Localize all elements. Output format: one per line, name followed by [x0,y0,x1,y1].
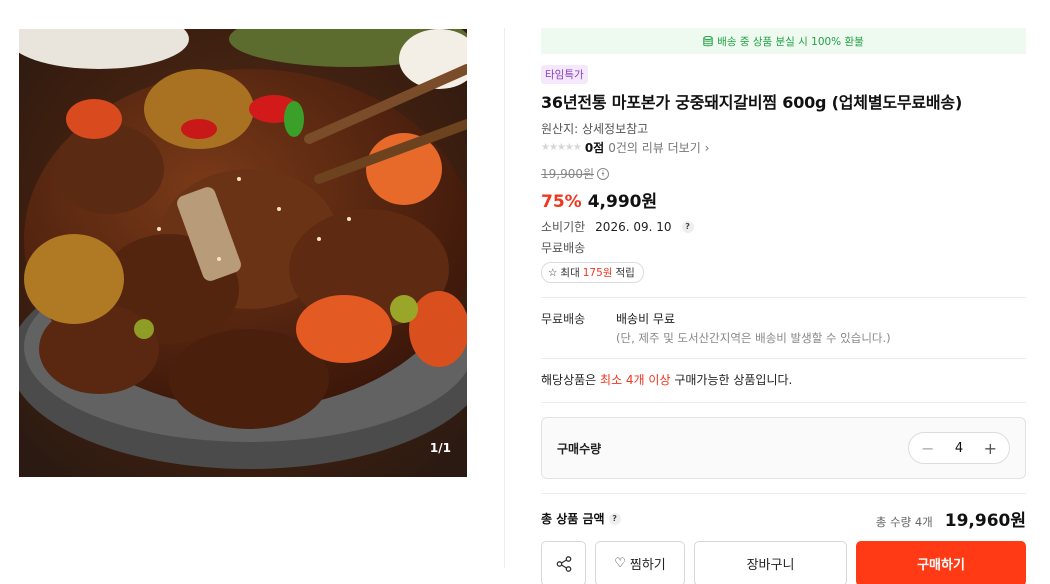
chevron-right-icon: › [704,141,710,155]
rating-row: ★★★★★ 0점 0건의 리뷰 더보기 › [541,139,1026,156]
min-order-highlight: 최소 4개 이상 [600,373,671,387]
min-order-prefix: 해당상품은 [541,373,597,387]
divider [541,402,1026,403]
share-button[interactable] [541,541,586,584]
cart-label: 장바구니 [746,558,795,573]
shipping-note: (단, 제주 및 도서산간지역은 배송비 발생할 수 있습니다.) [616,331,891,345]
price-row: 75% 4,990원 [541,187,1026,212]
coin-stack-icon [703,35,713,46]
total-quantity: 총 수량 4개 [875,515,933,529]
help-icon[interactable]: ? [681,220,694,233]
buy-label: 구매하기 [917,558,965,573]
shipping-label: 무료배송 [541,312,586,326]
free-shipping-label: 무료배송 [541,241,586,255]
discount-rate: 75% [541,192,582,212]
shipping-fee: 배송비 무료 [616,312,676,326]
wishlist-button[interactable]: ♡ 찜하기 [595,541,685,584]
review-link[interactable]: 0건의 리뷰 더보기 › [608,139,709,156]
total-label: 총 상품 금액 ? [541,510,621,527]
help-icon[interactable]: ? [608,512,621,525]
total-label-text: 총 상품 금액 [541,512,605,526]
point-amount: 175원 [582,267,613,279]
braised-ribs-photo [19,29,467,477]
quantity-box: 구매수량 − 4 + [541,417,1026,479]
heart-icon: ♡ [614,556,626,571]
expiry-row: 소비기한 2026. 09. 10 ? [541,218,1026,235]
expiry-date: 2026. 09. 10 [595,219,672,234]
share-icon [556,555,571,572]
total-row: 총 상품 금액 ? 총 수량 4개 19,960원 [541,494,1026,531]
total-summary: 총 수량 4개 19,960원 [876,506,1026,531]
original-price-row: 19,900원 i [541,165,1026,182]
rating-score: 0점 [584,141,605,155]
original-price: 19,900원 [541,167,595,181]
product-image[interactable]: 1/1 [19,29,467,477]
decrease-button[interactable]: − [921,439,934,458]
point-prefix: 최대 [560,267,580,279]
min-order-notice: 해당상품은 최소 4개 이상 구매가능한 상품입니다. [541,359,1026,402]
quantity-stepper: − 4 + [908,432,1010,464]
image-counter: 1/1 [429,441,451,455]
origin-info: 원산지: 상세정보참고 [541,122,649,136]
expiry-label: 소비기한 [541,220,586,234]
point-suffix: 적립 [615,267,635,279]
shipping-info: 무료배송 배송비 무료 (단, 제주 및 도서산간지역은 배송비 발생할 수 있… [541,298,1026,358]
refund-banner: 배송 중 상품 분실 시 100% 환불 [541,28,1026,54]
cart-button[interactable]: 장바구니 [694,541,847,584]
product-info-panel: 배송 중 상품 분실 시 100% 환불 타임특가 36년전통 마포본가 궁중돼… [541,28,1026,584]
refund-banner-text: 배송 중 상품 분실 시 100% 환불 [717,35,864,48]
point-icon: ☆ [548,266,558,279]
product-title: 36년전통 마포본가 궁중돼지갈비찜 600g (업체별도무료배송) [541,93,963,112]
point-reward-pill: ☆ 최대 175원 적립 [541,262,644,283]
quantity-label: 구매수량 [557,441,602,456]
wishlist-label: 찜하기 [629,558,666,573]
sale-price: 4,990원 [587,192,658,212]
action-buttons: ♡ 찜하기 장바구니 구매하기 [541,541,1026,584]
min-order-suffix: 구매가능한 상품입니다. [674,373,793,387]
time-sale-badge: 타임특가 [541,65,588,84]
rating-stars: ★★★★★ [541,142,582,153]
quantity-value[interactable]: 4 [955,441,963,456]
review-link-label: 0건의 리뷰 더보기 [608,141,701,155]
product-detail-page: 1/1 배송 중 상품 분실 시 100% 환불 타임특가 36년전통 마포본가… [0,0,1050,584]
info-icon[interactable]: i [597,167,610,180]
increase-button[interactable]: + [984,439,997,458]
buy-button[interactable]: 구매하기 [856,541,1026,584]
column-divider [504,28,505,568]
total-price: 19,960원 [944,511,1026,531]
